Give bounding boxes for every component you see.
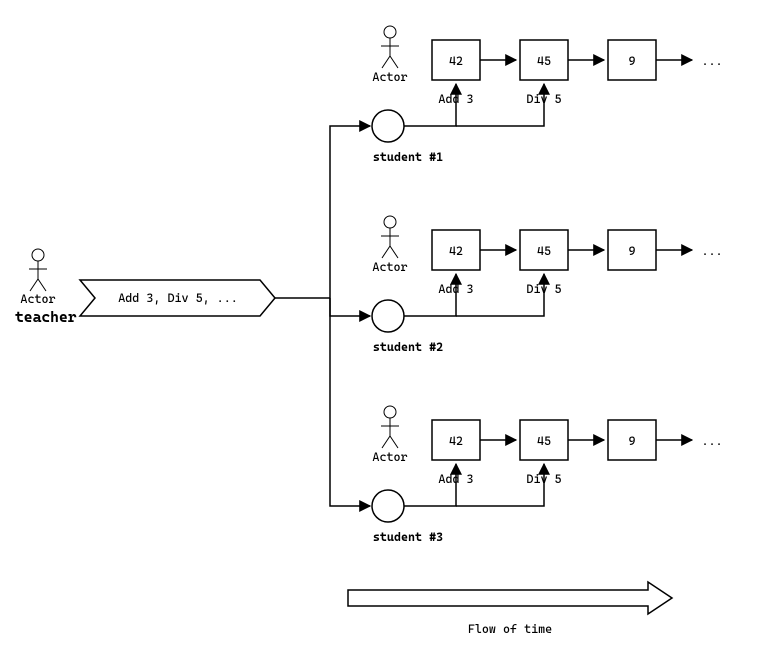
- student-2-box-3-val: 9: [628, 244, 635, 258]
- student-1-op1: Add 3: [438, 92, 473, 106]
- broadcast-lines: [275, 126, 370, 506]
- student-3-box-1-val: 42: [449, 434, 463, 448]
- student-3: Actor student #3 42 45 9 ... Add 3 Div 5: [372, 406, 723, 544]
- student-1-processor: [372, 110, 404, 142]
- student-1: Actor student #1 42 45 9 ... Add 3 Div 5: [372, 26, 723, 164]
- student-3-op1: Add 3: [438, 472, 473, 486]
- student-1-ellipsis: ...: [701, 54, 722, 68]
- student-3-actor-label: Actor: [372, 450, 407, 464]
- student-2-op1: Add 3: [438, 282, 473, 296]
- student-2-box-2-val: 45: [537, 244, 551, 258]
- teacher-actor-label: Actor: [20, 292, 55, 306]
- student-2-box-1-val: 42: [449, 244, 463, 258]
- student-1-op2: Div 5: [526, 92, 561, 106]
- student-2: Actor student #2 42 45 9 ... Add 3 Div 5: [372, 216, 723, 354]
- student-1-box-2-val: 45: [537, 54, 551, 68]
- student-2-ellipsis: ...: [701, 244, 722, 258]
- student-3-box-3-val: 9: [628, 434, 635, 448]
- student-2-label: student #2: [373, 340, 443, 354]
- student-2-actor-label: Actor: [372, 260, 407, 274]
- teacher-actor: Actor teacher: [15, 249, 77, 326]
- student-3-op2: Div 5: [526, 472, 561, 486]
- student-3-label: student #3: [373, 530, 443, 544]
- student-1-box-3-val: 9: [628, 54, 635, 68]
- teacher-name: teacher: [15, 308, 77, 326]
- student-1-actor-label: Actor: [372, 70, 407, 84]
- student-2-op2: Div 5: [526, 282, 561, 296]
- teacher-message-shape: Add 3, Div 5, ...: [80, 280, 275, 316]
- teacher-message-text: Add 3, Div 5, ...: [118, 291, 238, 305]
- student-3-ellipsis: ...: [701, 434, 722, 448]
- student-1-label: student #1: [373, 150, 443, 164]
- student-3-box-2-val: 45: [537, 434, 551, 448]
- student-2-processor: [372, 300, 404, 332]
- flow-of-time-arrow: Flow of time: [348, 582, 672, 636]
- student-3-processor: [372, 490, 404, 522]
- flow-label: Flow of time: [468, 622, 552, 636]
- student-1-box-1-val: 42: [449, 54, 463, 68]
